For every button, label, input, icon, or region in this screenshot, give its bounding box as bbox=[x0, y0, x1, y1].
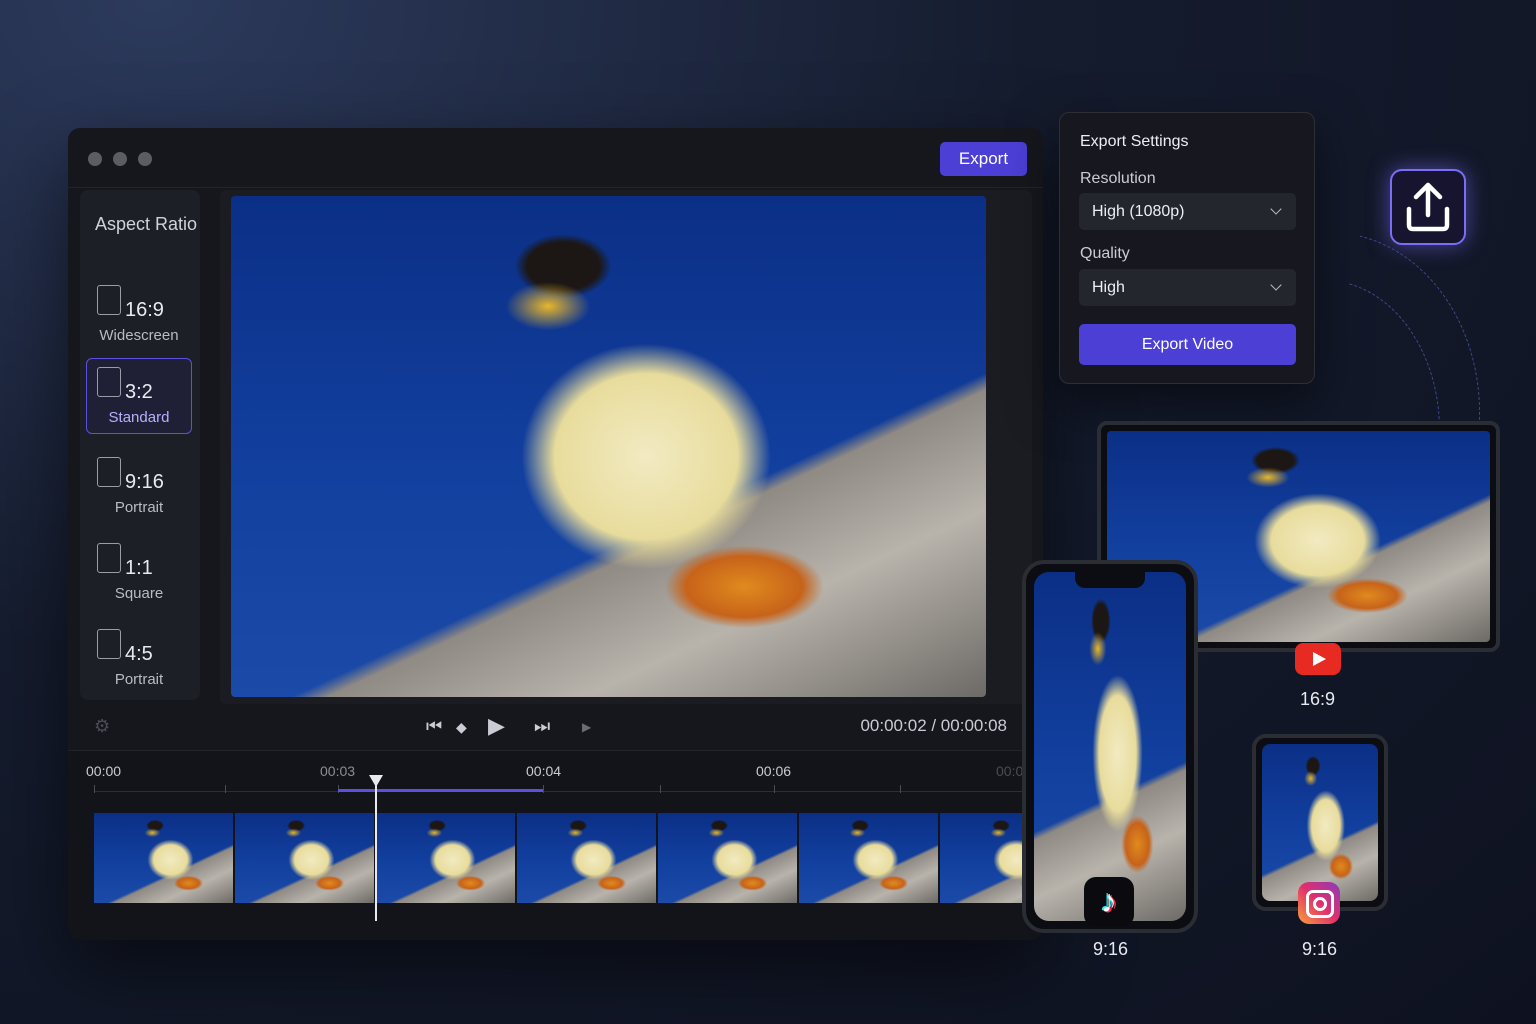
ratio-option-4-5[interactable]: 4:5 Portrait bbox=[86, 620, 192, 696]
timeline-progress bbox=[338, 789, 543, 792]
resolution-select[interactable]: High (1080p) bbox=[1079, 193, 1296, 230]
tick-label: 00:03 bbox=[320, 763, 356, 779]
ratio-label: Portrait bbox=[114, 671, 164, 688]
ratio-frame-icon bbox=[97, 367, 121, 397]
quality-value: High bbox=[1092, 279, 1125, 296]
skip-start-icon[interactable]: ⏮ bbox=[426, 716, 442, 737]
playhead[interactable] bbox=[375, 781, 377, 921]
window-zoom-dot[interactable] bbox=[138, 152, 152, 166]
playhead-handle[interactable] bbox=[369, 775, 383, 787]
filmstrip-frame bbox=[517, 813, 656, 903]
ratio-option-3-2[interactable]: 3:2 Standard bbox=[86, 358, 192, 434]
tick-label: 00:00 bbox=[86, 763, 122, 779]
ratio-frame-icon bbox=[97, 543, 121, 573]
export-settings-panel: Export Settings Resolution High (1080p) … bbox=[1059, 112, 1315, 384]
ruler-tick bbox=[774, 785, 775, 793]
next-frame-icon[interactable]: ▶ bbox=[582, 720, 591, 734]
tiktok-icon: ♪ bbox=[1084, 877, 1134, 927]
tick-label: 00:04 bbox=[526, 763, 562, 779]
timeline[interactable]: 00:00 00:03 00:04 00:06 00:0 bbox=[68, 750, 1043, 940]
upload-glyph bbox=[1406, 182, 1450, 232]
ratio-frame-icon bbox=[97, 285, 121, 315]
transport-controls: ⚙ ⏮ ◆ ▶ ⏭ ▶ 00:00:02 / 00:00:08 bbox=[68, 706, 1043, 750]
ratio-option-9-16[interactable]: 9:16 Portrait bbox=[86, 448, 192, 524]
title-bar: Export bbox=[68, 128, 1043, 188]
youtube-icon bbox=[1295, 643, 1341, 675]
ratio-label: Square bbox=[114, 585, 164, 602]
window-minimize-dot[interactable] bbox=[113, 152, 127, 166]
video-preview bbox=[231, 196, 986, 697]
instagram-icon bbox=[1298, 882, 1340, 924]
ratio-value: 3:2 bbox=[125, 381, 153, 403]
play-icon[interactable]: ▶ bbox=[488, 713, 505, 739]
ratio-option-1-1[interactable]: 1:1 Square bbox=[86, 534, 192, 610]
ratio-value: 16:9 bbox=[125, 299, 164, 321]
ratio-value: 9:16 bbox=[125, 471, 164, 493]
filmstrip-frame bbox=[235, 813, 374, 903]
ratio-frame-icon bbox=[97, 629, 121, 659]
small-phone-ratio-caption: 9:16 bbox=[1302, 939, 1338, 959]
settings-icon[interactable]: ⚙ bbox=[94, 716, 110, 737]
ruler-tick bbox=[225, 785, 226, 793]
ratio-frame-icon bbox=[97, 457, 121, 487]
filmstrip-frame bbox=[94, 813, 233, 903]
ratio-label: Widescreen bbox=[99, 327, 179, 344]
filmstrip-frame bbox=[799, 813, 938, 903]
upload-icon[interactable] bbox=[1390, 169, 1466, 245]
ratio-label: Standard bbox=[108, 409, 170, 426]
ratio-option-16-9[interactable]: 16:9 Widescreen bbox=[86, 276, 192, 352]
tablet-ratio-caption: 16:9 bbox=[1300, 689, 1336, 709]
ratio-value: 4:5 bbox=[125, 643, 153, 665]
chevron-down-icon bbox=[1270, 279, 1282, 291]
export-video-button[interactable]: Export Video bbox=[1079, 324, 1296, 365]
editor-window: Export Aspect Ratio 16:9 Widescreen 3:2 … bbox=[68, 128, 1043, 940]
filmstrip[interactable] bbox=[94, 813, 1043, 903]
skip-end-icon[interactable]: ⏭ bbox=[534, 716, 550, 737]
resolution-label: Resolution bbox=[1080, 170, 1156, 187]
window-close-dot[interactable] bbox=[88, 152, 102, 166]
ratio-value: 1:1 bbox=[125, 557, 153, 579]
export-button[interactable]: Export bbox=[940, 142, 1027, 176]
prev-frame-icon[interactable]: ◆ bbox=[456, 719, 467, 736]
filmstrip-frame bbox=[376, 813, 515, 903]
quality-select[interactable]: High bbox=[1079, 269, 1296, 306]
sidebar-title: Aspect Ratio bbox=[95, 214, 198, 234]
timecode: 00:00:02 / 00:00:08 bbox=[860, 716, 1007, 735]
small-phone-screen bbox=[1262, 744, 1378, 901]
export-settings-title: Export Settings bbox=[1080, 133, 1189, 150]
ruler-tick bbox=[660, 785, 661, 793]
tick-label: 00:0 bbox=[996, 763, 1024, 779]
phone-notch bbox=[1075, 572, 1145, 588]
quality-label: Quality bbox=[1080, 245, 1130, 262]
filmstrip-frame bbox=[658, 813, 797, 903]
ruler-tick bbox=[543, 785, 544, 793]
tick-label: 00:06 bbox=[756, 763, 792, 779]
phone-ratio-caption: 9:16 bbox=[1093, 939, 1129, 959]
ruler-tick bbox=[94, 785, 95, 793]
ruler-tick bbox=[900, 785, 901, 793]
phone-screen bbox=[1034, 572, 1186, 921]
aspect-ratio-sidebar: Aspect Ratio 16:9 Widescreen 3:2 Standar… bbox=[80, 190, 200, 700]
chevron-down-icon bbox=[1270, 203, 1282, 215]
resolution-value: High (1080p) bbox=[1092, 203, 1185, 220]
ratio-label: Portrait bbox=[114, 499, 164, 516]
